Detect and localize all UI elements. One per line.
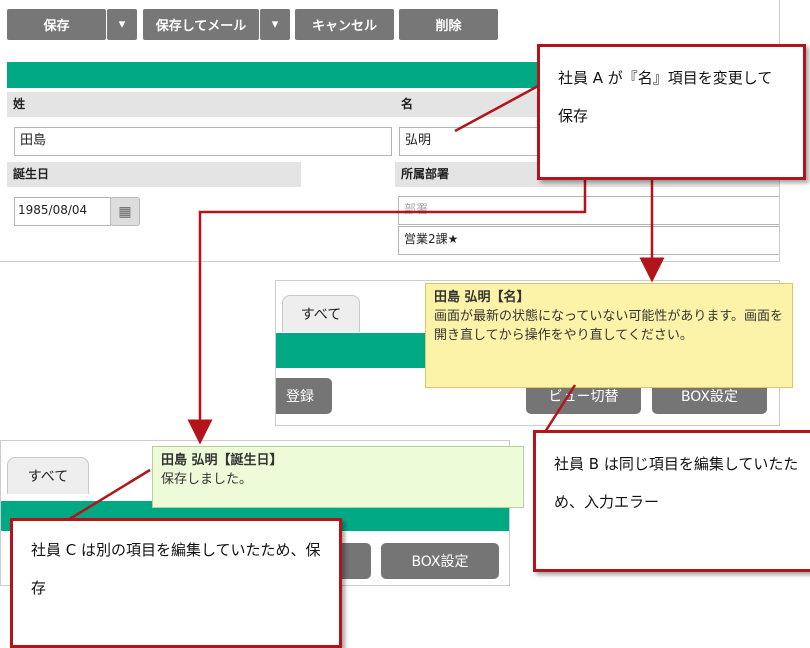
pointer-a bbox=[454, 83, 541, 133]
callout-user-a: 社員 A が『名』項目を変更して保存 bbox=[537, 44, 806, 180]
callout-user-b: 社員 B は同じ項目を編集していたため、入力エラー bbox=[533, 430, 810, 572]
arrow-a-to-c bbox=[187, 150, 587, 445]
pointer-c bbox=[67, 468, 151, 522]
pointer-b bbox=[543, 384, 577, 433]
callout-user-c: 社員 C は別の項目を編集していたため、保存 bbox=[10, 518, 342, 648]
